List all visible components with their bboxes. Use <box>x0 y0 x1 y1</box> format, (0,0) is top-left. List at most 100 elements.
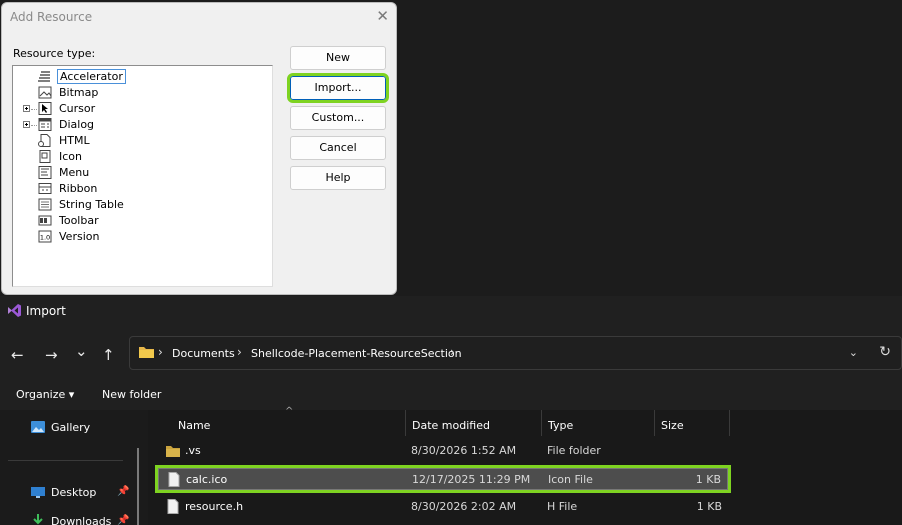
tree-item-label: Bitmap <box>59 86 99 99</box>
file-row-calc-ico[interactable]: calc.ico 12/17/2025 11:29 PM Icon File 1… <box>155 465 731 493</box>
tree-item-ribbon[interactable]: Ribbon <box>13 181 268 197</box>
pin-icon: 📌 <box>117 486 130 497</box>
add-resource-dialog: Add Resource ✕ Resource type: Accelerato… <box>1 2 397 295</box>
file-type: Icon File <box>548 473 593 486</box>
visual-studio-icon <box>8 304 21 317</box>
tree-item-label: Menu <box>59 166 90 179</box>
dialog-icon <box>38 118 52 131</box>
sidebar-scrollbar[interactable] <box>137 448 139 525</box>
breadcrumb-separator: › <box>158 345 163 359</box>
tree-item-dialog[interactable]: Dialog <box>13 117 268 133</box>
downloads-icon <box>33 514 43 525</box>
tree-item-label: Cursor <box>59 102 96 115</box>
version-icon: 1.0 <box>38 230 52 243</box>
address-bar[interactable]: › Documents › Shellcode-Placement-Resour… <box>129 336 902 370</box>
tree-item-label: Ribbon <box>59 182 98 195</box>
tree-item-accelerator[interactable]: Accelerator <box>13 69 268 85</box>
refresh-icon[interactable]: ↻ <box>879 344 891 360</box>
up-button[interactable]: ↑ <box>102 346 115 364</box>
import-window: Import ← → ⌄ ↑ › Documents › Shellcode-P… <box>0 296 902 525</box>
expand-icon[interactable] <box>23 105 30 112</box>
file-row-vs[interactable]: .vs 8/30/2026 1:52 AM File folder <box>158 440 728 462</box>
file-size: 1 KB <box>695 473 721 486</box>
file-name: calc.ico <box>186 473 228 486</box>
svg-text:1.0: 1.0 <box>40 234 50 242</box>
sidebar-item-desktop[interactable]: Desktop <box>51 486 96 499</box>
file-row-resource-h[interactable]: resource.h 8/30/2026 2:02 AM H File 1 KB <box>158 496 728 518</box>
file-type: File folder <box>547 444 601 457</box>
forward-button[interactable]: → <box>45 346 58 364</box>
cancel-button[interactable]: Cancel <box>290 136 386 160</box>
file-icon <box>167 499 179 514</box>
file-date: 8/30/2026 2:02 AM <box>411 500 517 513</box>
tree-item-label: Toolbar <box>59 214 99 227</box>
breadcrumb-separator: › <box>450 345 455 359</box>
address-dropdown-icon[interactable]: ⌄ <box>849 346 858 359</box>
file-type: H File <box>547 500 578 513</box>
tree-item-label: Version <box>59 230 100 243</box>
icon-resource-icon <box>39 150 51 163</box>
file-list: ^ Name Date modified Type Size .vs 8/30/… <box>148 406 902 525</box>
folder-icon <box>166 446 180 457</box>
string-table-icon <box>38 198 52 211</box>
expand-icon[interactable] <box>23 121 30 128</box>
back-button[interactable]: ← <box>11 346 24 364</box>
close-icon[interactable]: ✕ <box>376 7 389 25</box>
custom-button[interactable]: Custom... <box>290 106 386 130</box>
file-name: .vs <box>185 444 201 457</box>
sidebar-item-gallery[interactable]: Gallery <box>51 421 90 434</box>
tree-item-bitmap[interactable]: Bitmap <box>13 85 268 101</box>
column-header-size[interactable]: Size <box>661 419 684 432</box>
tree-item-label: Accelerator <box>57 69 126 84</box>
file-date: 12/17/2025 11:29 PM <box>412 473 531 486</box>
sidebar-item-downloads[interactable]: Downloads <box>51 515 111 525</box>
column-header-name[interactable]: Name <box>178 419 210 432</box>
resource-type-label: Resource type: <box>13 47 96 60</box>
tree-item-html[interactable]: HTML <box>13 133 268 149</box>
column-header-type[interactable]: Type <box>548 419 573 432</box>
breadcrumb-separator: › <box>237 345 242 359</box>
file-name: resource.h <box>185 500 244 513</box>
tree-item-string-table[interactable]: String Table <box>13 197 268 213</box>
dialog-title: Add Resource <box>10 10 93 24</box>
resource-type-tree[interactable]: Accelerator Bitmap Cursor Dialog HTML Ic… <box>12 65 273 287</box>
html-icon <box>38 134 51 147</box>
tree-item-label: HTML <box>59 134 90 147</box>
desktop-icon <box>31 487 45 498</box>
file-icon <box>168 472 180 487</box>
organize-button[interactable]: Organize ▾ <box>16 388 74 401</box>
recent-locations-button[interactable]: ⌄ <box>75 342 88 360</box>
file-date: 8/30/2026 1:52 AM <box>411 444 517 457</box>
tree-item-toolbar[interactable]: Toolbar <box>13 213 268 229</box>
tree-item-menu[interactable]: Menu <box>13 165 268 181</box>
tree-item-label: Dialog <box>59 118 95 131</box>
navigation-pane: Gallery Desktop 📌 Downloads 📌 <box>0 410 148 525</box>
import-button[interactable]: Import... <box>287 73 389 103</box>
cursor-icon <box>38 102 52 115</box>
breadcrumb-documents[interactable]: Documents <box>172 347 235 360</box>
column-header-date[interactable]: Date modified <box>412 419 490 432</box>
file-size: 1 KB <box>696 500 722 513</box>
gallery-icon <box>31 421 45 433</box>
pin-icon: 📌 <box>117 515 130 525</box>
new-folder-button[interactable]: New folder <box>102 388 161 401</box>
new-button[interactable]: New <box>290 46 386 70</box>
sort-ascending-icon: ^ <box>285 406 294 417</box>
sidebar-divider <box>8 460 123 461</box>
screen: Add Resource ✕ Resource type: Accelerato… <box>0 0 902 525</box>
tree-item-icon[interactable]: Icon <box>13 149 268 165</box>
tree-item-label: String Table <box>59 198 124 211</box>
menu-icon <box>38 166 52 179</box>
tree-item-cursor[interactable]: Cursor <box>13 101 268 117</box>
tree-item-label: Icon <box>59 150 82 163</box>
window-title: Import <box>26 304 66 318</box>
bitmap-icon <box>38 86 52 99</box>
help-button[interactable]: Help <box>290 166 386 190</box>
folder-icon <box>139 347 154 358</box>
ribbon-icon <box>38 183 52 194</box>
accelerator-icon <box>38 71 50 82</box>
command-bar: Organize ▾ New folder <box>0 378 902 410</box>
toolbar-icon <box>38 215 52 226</box>
breadcrumb-project-folder[interactable]: Shellcode-Placement-ResourceSection <box>251 347 462 360</box>
tree-item-version[interactable]: 1.0 Version <box>13 229 268 245</box>
